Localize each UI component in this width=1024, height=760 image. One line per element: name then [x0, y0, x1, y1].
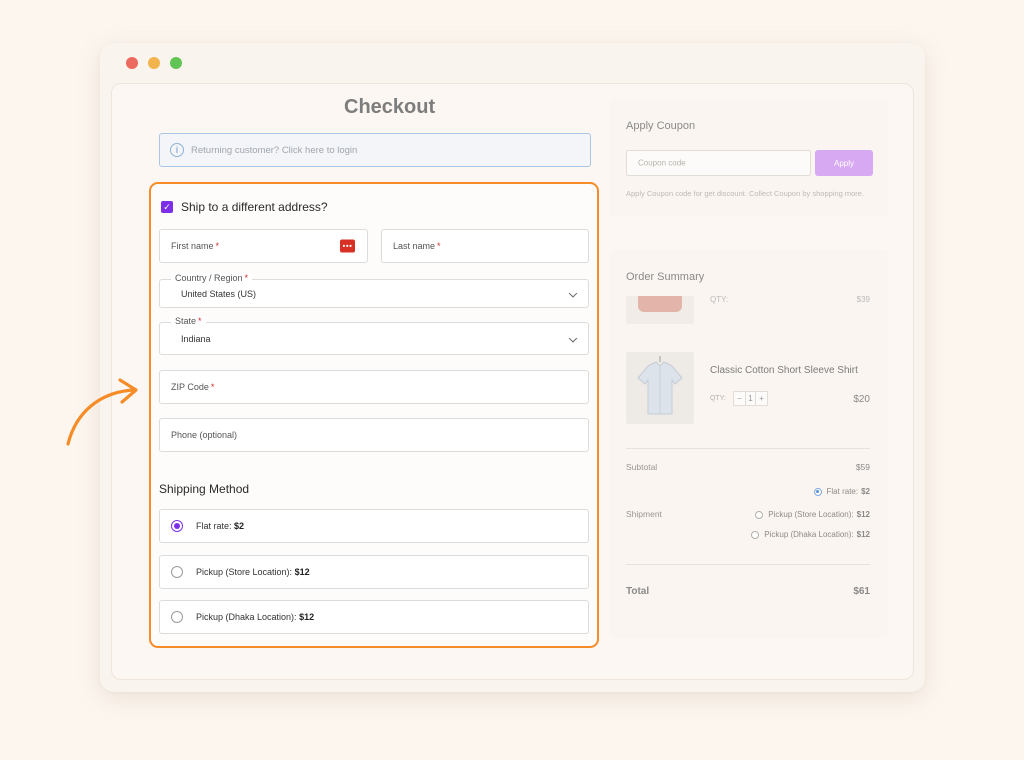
last-name-field[interactable]: Last name * [381, 229, 589, 263]
product-qty-label: QTY: [710, 395, 726, 402]
store-pickup-radio[interactable] [171, 566, 183, 578]
country-label: Country / Region * [171, 273, 253, 283]
coupon-panel: Apply Coupon Coupon code Apply Apply Cou… [610, 99, 888, 217]
first-name-label: First name * [171, 241, 220, 251]
browser-window: Checkout i Returning customer? Click her… [100, 43, 925, 692]
shipment-option-flat-rate[interactable]: Flat rate: $2 [813, 487, 870, 496]
order-summary-panel: Order Summary QTY: $39 Classic Cotton Sh… [610, 250, 888, 638]
zip-code-field[interactable]: ZIP Code * [159, 370, 589, 404]
subtotal-label: Subtotal [626, 462, 658, 472]
curved-arrow-icon [66, 378, 138, 446]
flat-rate-radio[interactable] [171, 520, 183, 532]
shipping-address-form: ✓ Ship to a different address? First nam… [149, 182, 599, 648]
product-qty-label: QTY: [710, 295, 729, 304]
returning-customer-text: Returning customer? Click here to login [191, 144, 358, 156]
minimize-window-dot[interactable] [148, 57, 160, 69]
ship-different-label: Ship to a different address? [181, 200, 328, 214]
password-manager-icon[interactable]: ••• [340, 239, 355, 253]
phone-label: Phone (optional) [171, 430, 238, 440]
coupon-note: Apply Coupon code for get discount. Coll… [626, 189, 865, 198]
order-summary-heading: Order Summary [626, 271, 705, 283]
subtotal-value: $59 [855, 462, 870, 472]
ship-different-checkbox[interactable]: ✓ [161, 201, 173, 213]
shirt-icon [637, 356, 683, 415]
summary-divider [626, 448, 870, 449]
state-label: State * [171, 316, 206, 326]
dhaka-pickup-radio[interactable] [751, 530, 760, 539]
shipment-option-dhaka-pickup[interactable]: Pickup (Dhaka Location): $12 [751, 530, 870, 539]
state-select[interactable]: State * Indiana [159, 316, 589, 355]
chevron-down-icon [568, 288, 578, 298]
shipment-label: Shipment [626, 509, 662, 519]
returning-customer-notice[interactable]: i Returning customer? Click here to logi… [159, 133, 591, 167]
state-value: Indiana [181, 333, 211, 344]
product-image-shirt-white [626, 352, 694, 424]
flat-rate-label: Flat rate: $2 [196, 521, 245, 531]
country-value: United States (US) [181, 288, 257, 299]
first-name-field[interactable]: First name * ••• [159, 229, 368, 263]
total-value: $61 [853, 586, 870, 597]
phone-field[interactable]: Phone (optional) [159, 418, 589, 452]
page-title: Checkout [344, 96, 436, 118]
product-price: $39 [856, 295, 870, 304]
total-label: Total [626, 586, 650, 597]
product-price: $20 [853, 394, 870, 405]
shipping-option-store-pickup[interactable]: Pickup (Store Location): $12 [159, 555, 589, 589]
decrease-qty-button[interactable]: − [734, 392, 745, 405]
coupon-placeholder: Coupon code [638, 158, 686, 168]
page-content: Checkout i Returning customer? Click her… [111, 83, 914, 680]
dhaka-pickup-radio[interactable] [171, 611, 183, 623]
maximize-window-dot[interactable] [170, 57, 182, 69]
country-select[interactable]: Country / Region * United States (US) [159, 273, 589, 308]
dhaka-pickup-label: Pickup (Dhaka Location): $12 [196, 612, 315, 622]
coupon-code-input[interactable]: Coupon code [626, 150, 811, 176]
quantity-stepper: − 1 + [733, 391, 768, 406]
increase-qty-button[interactable]: + [756, 392, 767, 405]
store-pickup-radio[interactable] [755, 510, 764, 519]
info-icon: i [170, 143, 184, 157]
zip-code-label: ZIP Code * [171, 382, 215, 392]
product-image-shirt-red [626, 296, 694, 324]
ship-different-address-row[interactable]: ✓ Ship to a different address? [161, 200, 328, 214]
chevron-down-icon [568, 333, 578, 343]
coupon-heading: Apply Coupon [626, 120, 696, 132]
qty-value: 1 [745, 392, 756, 405]
last-name-label: Last name * [393, 241, 441, 251]
shipping-method-heading: Shipping Method [159, 482, 250, 496]
shipping-option-dhaka-pickup[interactable]: Pickup (Dhaka Location): $12 [159, 600, 589, 634]
store-pickup-label: Pickup (Store Location): $12 [196, 567, 310, 577]
product-name: Classic Cotton Short Sleeve Shirt [710, 365, 858, 376]
shipment-option-store-pickup[interactable]: Pickup (Store Location): $12 [755, 510, 870, 519]
close-window-dot[interactable] [126, 57, 138, 69]
apply-coupon-button[interactable]: Apply [815, 150, 873, 176]
total-divider [626, 564, 870, 565]
flat-rate-radio[interactable] [813, 487, 822, 496]
shipping-option-flat-rate[interactable]: Flat rate: $2 [159, 509, 589, 543]
